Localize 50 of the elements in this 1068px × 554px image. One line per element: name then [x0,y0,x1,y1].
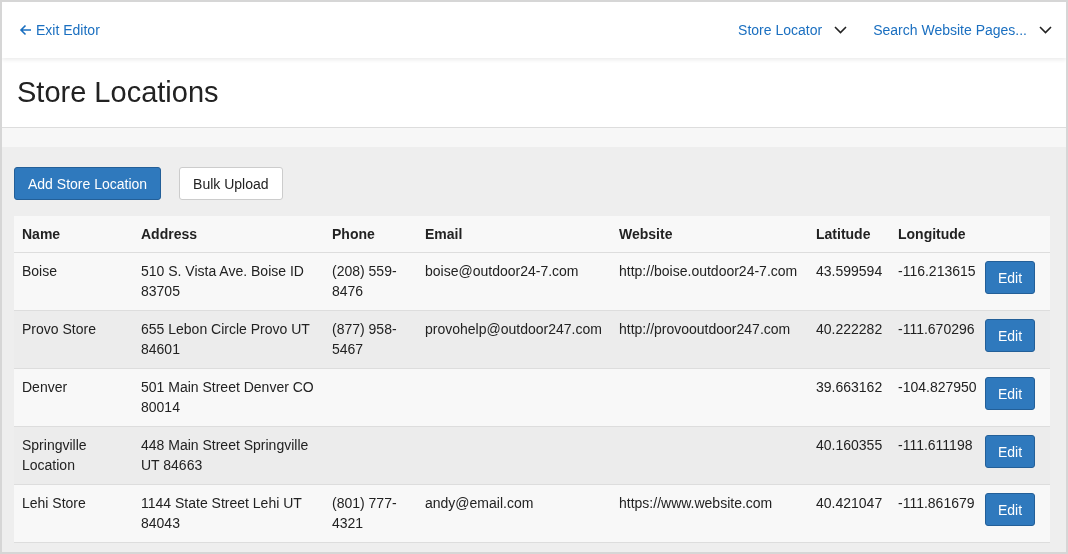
table-cell: -111.670296 [890,310,985,369]
back-arrow-icon [19,24,32,36]
column-header: Longitude [890,216,985,253]
table-cell: Springville Location [14,426,133,485]
column-header: Address [133,216,324,253]
edit-button[interactable]: Edit [985,261,1035,294]
table-cell: 510 S. Vista Ave. Boise ID 83705 [133,252,324,311]
table-cell: -116.213615 [890,252,985,311]
table-cell: 501 Main Street Denver CO 80014 [133,368,324,427]
table-cell: http://boise.outdoor24-7.com [611,252,808,311]
edit-button[interactable]: Edit [985,377,1035,410]
column-header: Latitude [808,216,890,253]
exit-editor-link[interactable]: Exit Editor [19,22,100,38]
page-dropdown[interactable]: Store Locator [738,22,848,38]
table-cell: Denver [14,368,133,427]
table-cell: (208) 559-8476 [324,252,417,311]
table-cell: boise@outdoor24-7.com [417,252,611,311]
table-cell: Provo Store [14,310,133,369]
table-cell: provohelp@outdoor247.com [417,310,611,369]
column-header: Website [611,216,808,253]
table-cell: -104.827950 [890,368,985,427]
table-cell: 40.160355 [808,426,890,485]
column-header: Phone [324,216,417,253]
table-cell: -111.861679 [890,484,985,543]
table-cell: andy@email.com [417,484,611,543]
table-cell: (801) 777-4321 [324,484,417,543]
bulk-upload-button[interactable]: Bulk Upload [179,167,283,200]
table-cell: 448 Main Street Springville UT 84663 [133,426,324,485]
table-cell: Lehi Store [14,484,133,543]
page-dropdown[interactable]: Search Website Pages... [873,22,1052,38]
edit-button[interactable]: Edit [985,435,1035,468]
table-cell: 40.222282 [808,310,890,369]
table-cell: 655 Lebon Circle Provo UT 84601 [133,310,324,369]
page-title: Store Locations [17,76,219,109]
table-cell: 39.663162 [808,368,890,427]
table-cell: http://provooutdoor247.com [611,310,808,369]
table-cell: (877) 958-5467 [324,310,417,369]
edit-button[interactable]: Edit [985,319,1035,352]
column-header: Name [14,216,133,253]
add-store-button[interactable]: Add Store Location [14,167,162,200]
table-cell: 1144 State Street Lehi UT 84043 [133,484,324,543]
table-cell: Boise [14,252,133,311]
table-cell: -111.611198 [890,426,985,485]
table-cell: 40.421047 [808,484,890,543]
chevron-down-icon [834,26,848,34]
column-header: Email [417,216,611,253]
edit-button[interactable]: Edit [985,493,1035,526]
table-cell: https://www.website.com [611,484,808,543]
table-cell: 43.599594 [808,252,890,311]
chevron-down-icon [1039,26,1052,34]
